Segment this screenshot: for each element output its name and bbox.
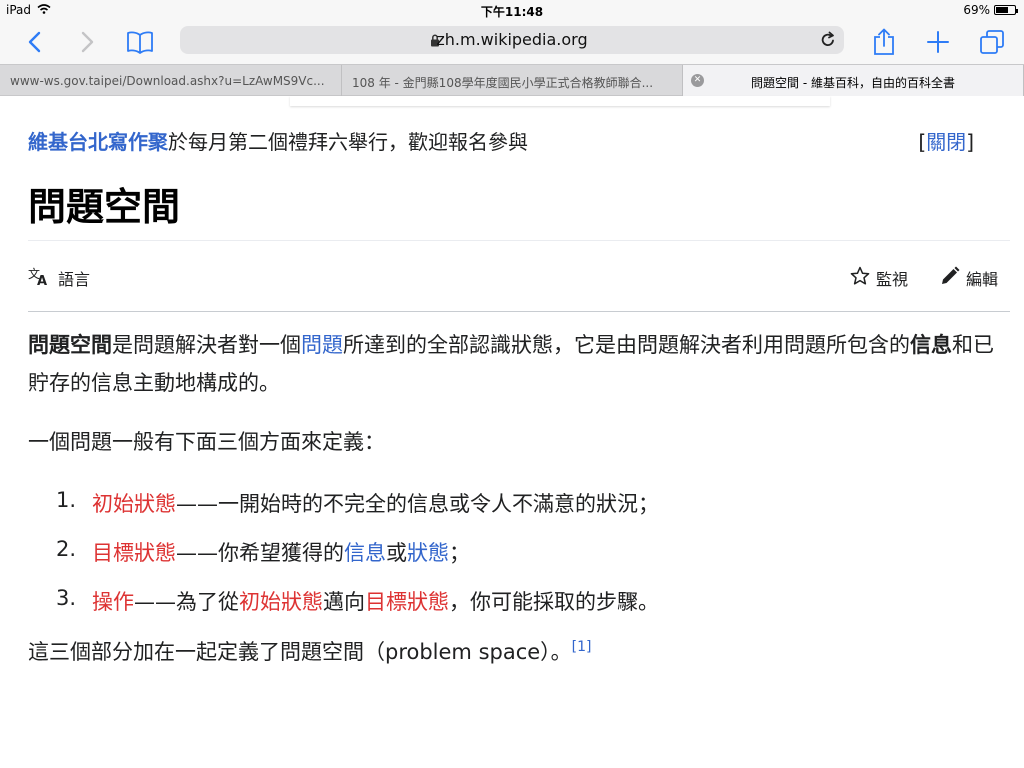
pencil-icon — [940, 266, 960, 290]
text: 邁向 — [323, 590, 365, 614]
tab-title: 問題空間 - 維基百科，自由的百科全書 — [751, 76, 955, 90]
text: ——一開始時的不完全的信息或令人不滿意的狀況； — [176, 492, 659, 516]
definition-intro: 一個問題一般有下面三個方面來定義： — [28, 430, 385, 454]
browser-toolbar: zh.m.wikipedia.org — [0, 20, 1024, 64]
state-link[interactable]: 狀態 — [407, 541, 449, 565]
definition-list: 1. 初始狀態——一開始時的不完全的信息或令人不滿意的狀況； 2. 目標狀態——… — [28, 488, 659, 635]
battery-icon — [994, 5, 1018, 15]
list-text: 目標狀態——你希望獲得的信息或狀態； — [78, 537, 470, 586]
goal-state-link[interactable]: 目標狀態 — [92, 541, 176, 565]
intro-paragraph: 問題空間是問題解決者對一個問題所達到的全部認識狀態，它是由問題解決者利用問題所包… — [28, 326, 998, 402]
close-tab-icon[interactable]: ✕ — [691, 74, 704, 87]
text: ； — [449, 541, 470, 565]
text: 或 — [386, 541, 407, 565]
language-label: 語言 — [58, 270, 91, 289]
text: 這三個部分加在一起定義了問題空間（problem space）。 — [28, 640, 572, 664]
list-number: 3. — [55, 586, 76, 610]
language-button[interactable]: 文A 語言 — [28, 266, 90, 290]
bookmarks-button[interactable] — [124, 26, 156, 58]
list-item: 3. 操作——為了從初始狀態邁向目標狀態，你可能採取的步驟。 — [28, 586, 659, 635]
operation-link[interactable]: 操作 — [92, 590, 134, 614]
list-item: 2. 目標狀態——你希望獲得的信息或狀態； — [28, 537, 659, 586]
status-right: 69% — [963, 3, 1018, 17]
battery-percent: 69% — [963, 3, 990, 17]
tabs-button[interactable] — [976, 26, 1008, 58]
tab-bar: www-ws.gov.taipei/Download.ashx?u=LzAwMS… — [0, 64, 1024, 96]
watch-button[interactable]: 監視 — [850, 266, 908, 290]
meetup-link[interactable]: 維基台北寫作聚 — [28, 130, 168, 154]
bracket-close: ] — [966, 130, 974, 154]
tab-title: 108 年 - 金門縣108學年度國民小學正式合格教師聯合... — [352, 76, 654, 90]
list-text: 操作——為了從初始狀態邁向目標狀態，你可能採取的步驟。 — [78, 586, 659, 635]
text: 是問題解決者對一個 — [112, 333, 301, 357]
bold-term: 信息 — [910, 333, 952, 357]
chevron-left-icon — [28, 31, 41, 53]
chevron-right-icon — [81, 31, 94, 53]
plus-icon — [927, 31, 949, 53]
tab-kinmen-teachers[interactable]: 108 年 - 金門縣108學年度國民小學正式合格教師聯合... — [342, 65, 683, 96]
banner-text: 於每月第二個禮拜六舉行，歡迎報名參與 — [168, 130, 528, 154]
text: ，你可能採取的步驟。 — [449, 590, 659, 614]
tabs-icon — [980, 30, 1004, 54]
svg-text:A: A — [37, 274, 47, 286]
tab-title: www-ws.gov.taipei/Download.ashx?u=LzAwMS… — [10, 74, 325, 88]
watch-label: 監視 — [876, 270, 909, 289]
reference-link[interactable]: [1] — [572, 639, 592, 655]
edit-button[interactable]: 編輯 — [940, 266, 998, 290]
banner-close-link[interactable]: 關閉 — [926, 130, 966, 154]
clock: 下午11:48 — [480, 5, 544, 19]
text: 所達到的全部認識狀態，它是由問題解決者利用問題所包含的 — [343, 333, 910, 357]
reload-icon[interactable] — [820, 31, 836, 52]
star-icon — [850, 266, 870, 290]
list-text: 初始狀態——一開始時的不完全的信息或令人不滿意的狀況； — [78, 488, 659, 537]
status-bar: iPad 下午11:48 69% — [0, 0, 1024, 20]
forward-button[interactable] — [72, 26, 104, 58]
goal-state-link[interactable]: 目標狀態 — [365, 590, 449, 614]
text: ——你希望獲得的 — [176, 541, 344, 565]
list-number: 1. — [55, 488, 76, 512]
information-link[interactable]: 信息 — [344, 541, 386, 565]
translate-icon: 文A — [28, 266, 50, 290]
book-icon — [127, 31, 153, 54]
share-icon — [874, 28, 894, 55]
edit-label: 編輯 — [966, 270, 999, 289]
banner-close: [關閉] — [918, 126, 974, 155]
site-notice-banner: 維基台北寫作聚於每月第二個禮拜六舉行，歡迎報名參與 [關閉] — [28, 126, 974, 155]
find-bar-strip — [290, 96, 830, 106]
divider — [28, 240, 1010, 241]
summary-paragraph: 這三個部分加在一起定義了問題空間（problem space）。[1] — [28, 636, 592, 666]
divider — [28, 311, 1010, 312]
address-bar[interactable]: zh.m.wikipedia.org — [180, 26, 844, 54]
battery-fill — [996, 7, 1009, 13]
text: ——為了從 — [134, 590, 239, 614]
initial-state-link[interactable]: 初始狀態 — [92, 492, 176, 516]
bold-term: 問題空間 — [28, 333, 112, 357]
url-text: zh.m.wikipedia.org — [436, 30, 588, 49]
page-actions: 文A 語言 監視 編輯 — [28, 266, 1010, 290]
new-tab-button[interactable] — [922, 26, 954, 58]
initial-state-link[interactable]: 初始狀態 — [239, 590, 323, 614]
list-item: 1. 初始狀態——一開始時的不完全的信息或令人不滿意的狀況； — [28, 488, 659, 537]
share-button[interactable] — [868, 26, 900, 58]
page-title: 問題空間 — [28, 184, 181, 229]
tab-taipei-download[interactable]: www-ws.gov.taipei/Download.ashx?u=LzAwMS… — [0, 65, 342, 96]
problem-link[interactable]: 問題 — [301, 333, 343, 357]
back-button[interactable] — [18, 26, 50, 58]
tab-problem-space[interactable]: ✕ 問題空間 - 維基百科，自由的百科全書 — [683, 65, 1024, 96]
list-number: 2. — [55, 537, 76, 561]
